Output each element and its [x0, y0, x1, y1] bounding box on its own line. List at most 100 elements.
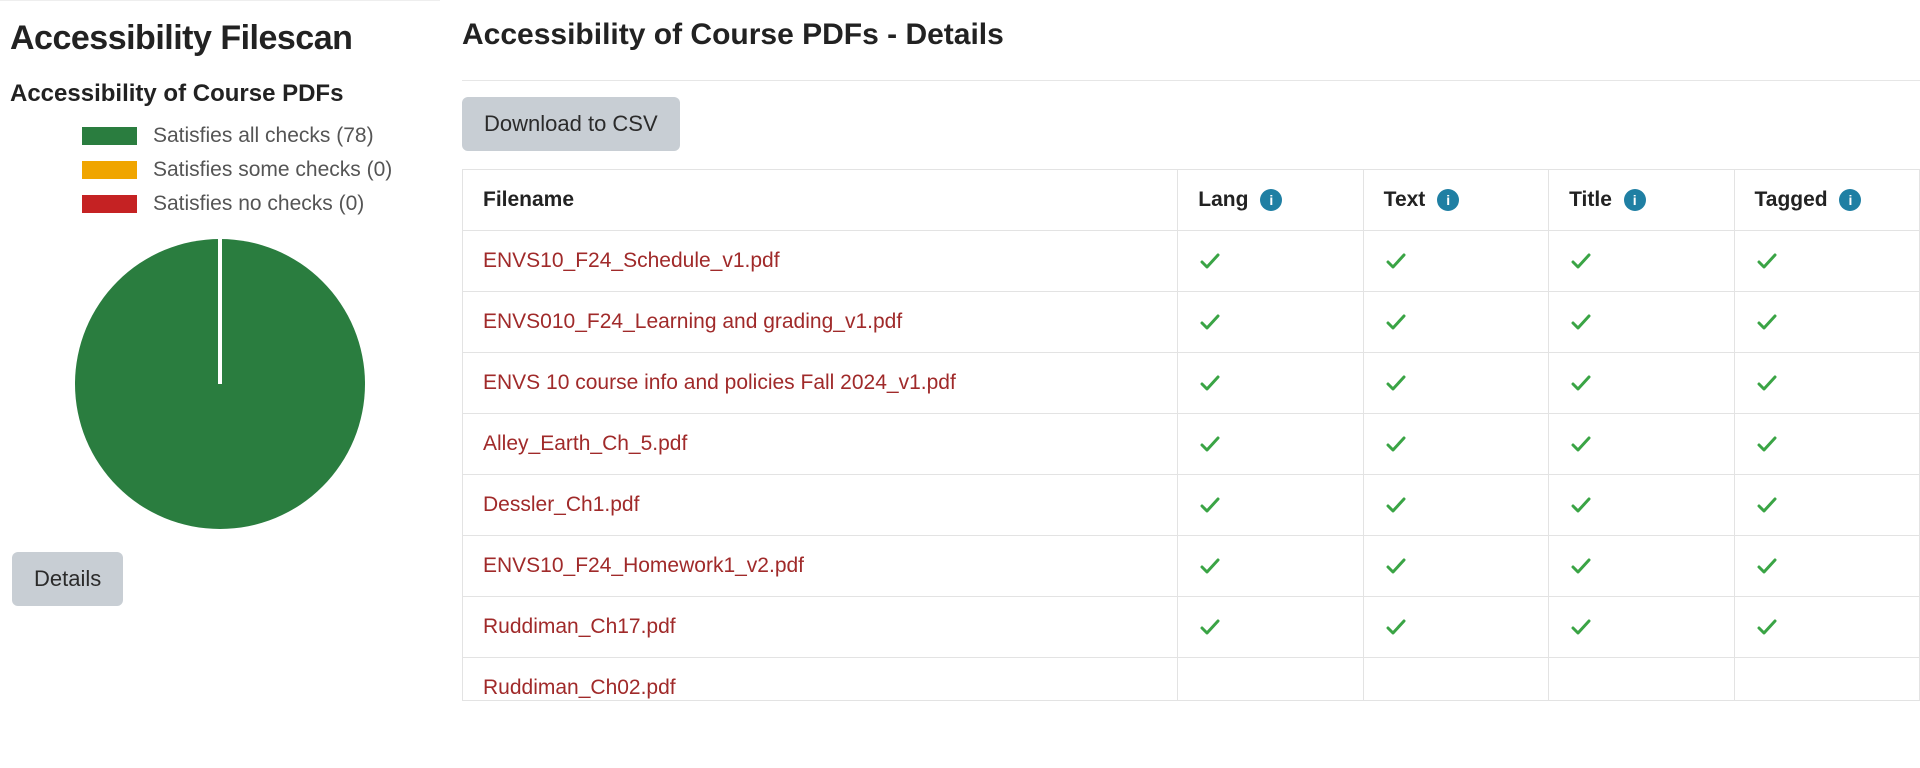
legend-label: Satisfies all checks (78)	[153, 124, 374, 148]
divider	[462, 80, 1920, 81]
legend-swatch-red	[82, 195, 137, 213]
cell-lang	[1178, 231, 1363, 292]
legend-label: Satisfies some checks (0)	[153, 158, 392, 182]
cell-lang	[1178, 414, 1363, 475]
check-icon	[1198, 249, 1342, 273]
file-link[interactable]: ENVS 10 course info and policies Fall 20…	[483, 371, 956, 394]
files-table: Filename Lang i Text i Title i Tagged i	[462, 169, 1920, 701]
legend-swatch-orange	[82, 161, 137, 179]
table-row: Ruddiman_Ch02.pdf	[463, 658, 1920, 701]
page-title: Accessibility Filescan	[10, 19, 430, 58]
cell-text	[1363, 414, 1548, 475]
check-icon	[1384, 310, 1528, 334]
download-csv-button[interactable]: Download to CSV	[462, 97, 680, 151]
check-icon	[1755, 615, 1899, 639]
check-icon	[1198, 493, 1342, 517]
file-link[interactable]: Ruddiman_Ch02.pdf	[483, 676, 676, 699]
check-icon	[1755, 554, 1899, 578]
check-icon	[1755, 310, 1899, 334]
check-icon	[1755, 493, 1899, 517]
legend-swatch-green	[82, 127, 137, 145]
table-row: ENVS 10 course info and policies Fall 20…	[463, 353, 1920, 414]
cell-lang	[1178, 536, 1363, 597]
cell-title	[1549, 292, 1734, 353]
col-lang: Lang i	[1178, 170, 1363, 231]
cell-text	[1363, 597, 1548, 658]
main-content: Accessibility of Course PDFs - Details D…	[440, 0, 1920, 768]
check-icon	[1569, 310, 1713, 334]
cell-title	[1549, 414, 1734, 475]
check-icon	[1198, 432, 1342, 456]
file-link[interactable]: ENVS10_F24_Homework1_v2.pdf	[483, 554, 804, 577]
check-icon	[1755, 371, 1899, 395]
check-icon	[1198, 554, 1342, 578]
info-icon[interactable]: i	[1260, 189, 1282, 211]
check-icon	[1569, 615, 1713, 639]
table-row: Dessler_Ch1.pdf	[463, 475, 1920, 536]
cell-tagged	[1734, 536, 1919, 597]
cell-text	[1363, 231, 1548, 292]
info-icon[interactable]: i	[1624, 189, 1646, 211]
table-row: Ruddiman_Ch17.pdf	[463, 597, 1920, 658]
table-row: Alley_Earth_Ch_5.pdf	[463, 414, 1920, 475]
cell-title	[1549, 536, 1734, 597]
cell-title	[1549, 231, 1734, 292]
file-link[interactable]: Alley_Earth_Ch_5.pdf	[483, 432, 687, 455]
check-icon	[1569, 249, 1713, 273]
check-icon	[1198, 371, 1342, 395]
table-row: ENVS10_F24_Homework1_v2.pdf	[463, 536, 1920, 597]
details-title: Accessibility of Course PDFs - Details	[462, 18, 1920, 52]
legend-item-all: Satisfies all checks (78)	[82, 124, 430, 148]
check-icon	[1755, 249, 1899, 273]
chart-legend: Satisfies all checks (78) Satisfies some…	[82, 124, 430, 216]
chart-subtitle: Accessibility of Course PDFs	[10, 80, 430, 108]
check-icon	[1569, 371, 1713, 395]
check-icon	[1569, 432, 1713, 456]
check-icon	[1384, 615, 1528, 639]
check-icon	[1384, 371, 1528, 395]
cell-lang	[1178, 475, 1363, 536]
check-icon	[1569, 493, 1713, 517]
check-icon	[1384, 554, 1528, 578]
cell-tagged	[1734, 475, 1919, 536]
cell-title	[1549, 597, 1734, 658]
legend-item-none: Satisfies no checks (0)	[82, 192, 430, 216]
col-text: Text i	[1363, 170, 1548, 231]
table-row: ENVS010_F24_Learning and grading_v1.pdf	[463, 292, 1920, 353]
check-icon	[1198, 310, 1342, 334]
cell-text	[1363, 292, 1548, 353]
check-icon	[1384, 249, 1528, 273]
file-link[interactable]: ENVS010_F24_Learning and grading_v1.pdf	[483, 310, 902, 333]
check-icon	[1755, 432, 1899, 456]
cell-lang	[1178, 292, 1363, 353]
cell-lang	[1178, 597, 1363, 658]
cell-text	[1363, 475, 1548, 536]
cell-lang	[1178, 353, 1363, 414]
cell-tagged	[1734, 231, 1919, 292]
cell-tagged	[1734, 414, 1919, 475]
file-link[interactable]: ENVS10_F24_Schedule_v1.pdf	[483, 249, 780, 272]
cell-title	[1549, 353, 1734, 414]
file-link[interactable]: Dessler_Ch1.pdf	[483, 493, 639, 516]
check-icon	[1384, 493, 1528, 517]
cell-title	[1549, 475, 1734, 536]
cell-tagged	[1734, 597, 1919, 658]
col-filename: Filename	[463, 170, 1178, 231]
cell-tagged	[1734, 292, 1919, 353]
check-icon	[1198, 615, 1342, 639]
cell-text	[1363, 353, 1548, 414]
cell-text	[1363, 536, 1548, 597]
info-icon[interactable]: i	[1839, 189, 1861, 211]
table-header-row: Filename Lang i Text i Title i Tagged i	[463, 170, 1920, 231]
legend-item-some: Satisfies some checks (0)	[82, 158, 430, 182]
sidebar: Accessibility Filescan Accessibility of …	[0, 0, 440, 768]
col-title: Title i	[1549, 170, 1734, 231]
table-row: ENVS10_F24_Schedule_v1.pdf	[463, 231, 1920, 292]
pie-chart	[10, 234, 430, 534]
col-tagged: Tagged i	[1734, 170, 1919, 231]
file-link[interactable]: Ruddiman_Ch17.pdf	[483, 615, 676, 638]
info-icon[interactable]: i	[1437, 189, 1459, 211]
check-icon	[1569, 554, 1713, 578]
details-button[interactable]: Details	[12, 552, 123, 606]
check-icon	[1384, 432, 1528, 456]
